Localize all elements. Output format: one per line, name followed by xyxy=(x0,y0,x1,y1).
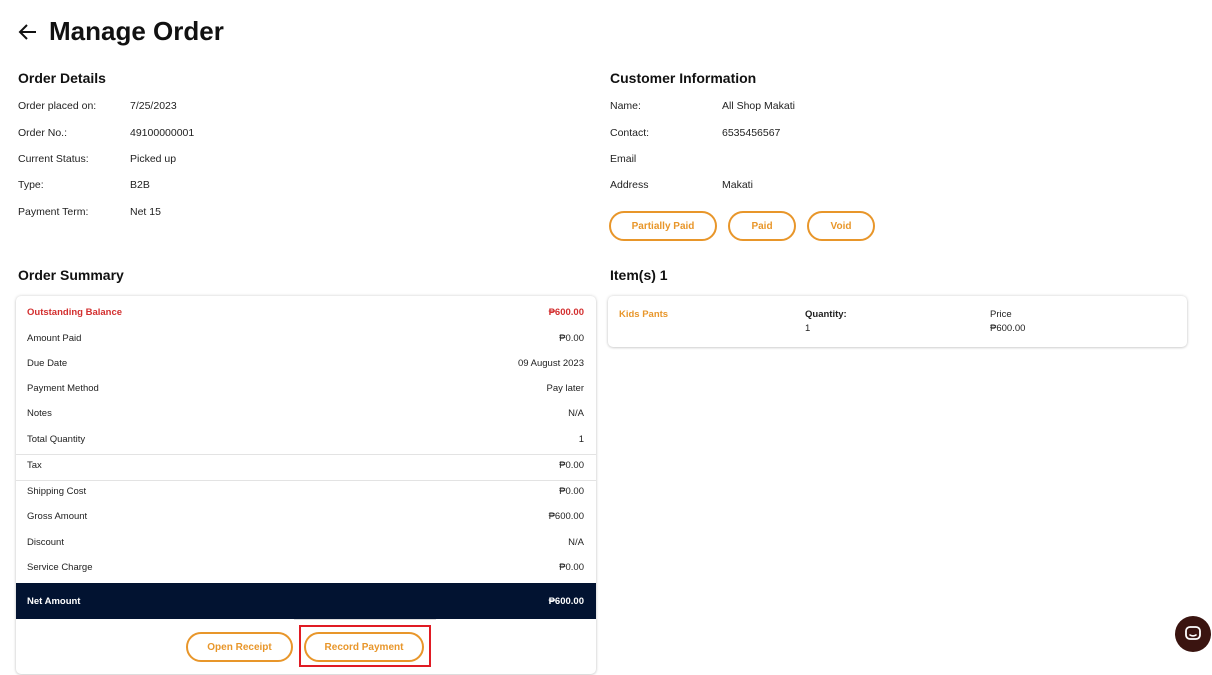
order-details-title: Order Details xyxy=(18,70,106,86)
summary-row-due-date: Due Date 09 August 2023 xyxy=(16,352,596,377)
item-quantity-value: 1 xyxy=(805,323,811,334)
summary-row-label: Due Date xyxy=(27,358,68,369)
items-title: Item(s) 1 xyxy=(610,267,668,283)
type-label: Type: xyxy=(18,179,44,191)
summary-row-value: N/A xyxy=(568,537,584,548)
customer-name-value: All Shop Makati xyxy=(722,100,795,112)
order-summary-title: Order Summary xyxy=(18,267,124,283)
order-no-value: 49100000001 xyxy=(130,127,195,139)
summary-row-value: ₱0.00 xyxy=(559,333,584,344)
customer-address-value: Makati xyxy=(722,179,753,191)
summary-row-value: 09 August 2023 xyxy=(517,358,584,369)
summary-row-value: Pay later xyxy=(546,383,585,394)
order-summary-card: Outstanding Balance ₱600.00 Amount Paid … xyxy=(16,296,596,674)
summary-row-label: Notes xyxy=(27,408,52,419)
item-price-label: Price xyxy=(990,309,1012,320)
type-value: B2B xyxy=(130,179,150,191)
order-no-label: Order No.: xyxy=(18,127,68,139)
summary-row-payment-method: Payment Method Pay later xyxy=(16,377,596,402)
summary-row-discount: Discount N/A xyxy=(16,531,596,556)
customer-address-label: Address xyxy=(610,179,649,191)
back-button[interactable] xyxy=(16,20,40,44)
customer-name-label: Name: xyxy=(610,100,641,112)
item-quantity-label: Quantity: xyxy=(805,309,847,320)
summary-row-label: Gross Amount xyxy=(27,511,88,522)
order-placed-label: Order placed on: xyxy=(18,100,97,112)
summary-row-value: ₱600.00 xyxy=(548,511,584,522)
net-amount-label: Net Amount xyxy=(27,596,81,607)
partially-paid-button[interactable]: Partially Paid xyxy=(609,211,717,241)
summary-row-amount-paid: Amount Paid ₱0.00 xyxy=(16,327,596,352)
summary-row-value: N/A xyxy=(568,408,584,419)
chat-bubble-icon xyxy=(1185,626,1201,640)
summary-row-value: ₱600.00 xyxy=(548,307,584,318)
paid-button[interactable]: Paid xyxy=(728,211,796,241)
record-payment-highlight xyxy=(299,625,431,667)
summary-row-label: Shipping Cost xyxy=(27,486,87,497)
summary-row-shipping-cost: Shipping Cost ₱0.00 xyxy=(16,480,596,505)
summary-row-label: Outstanding Balance xyxy=(27,307,123,318)
receipt-divider xyxy=(294,619,436,620)
order-placed-value: 7/25/2023 xyxy=(130,100,177,112)
summary-row-value: ₱0.00 xyxy=(559,562,584,573)
summary-row-value: 1 xyxy=(578,434,584,445)
summary-row-label: Discount xyxy=(27,537,64,548)
customer-contact-label: Contact: xyxy=(610,127,650,139)
customer-email-label: Email xyxy=(610,153,637,165)
customer-contact-value: 6535456567 xyxy=(722,127,781,139)
summary-row-value: ₱0.00 xyxy=(559,486,584,497)
summary-row-total-quantity: Total Quantity 1 xyxy=(16,428,596,453)
current-status-label: Current Status: xyxy=(18,153,89,165)
page-title: Manage Order xyxy=(49,16,224,46)
current-status-value: Picked up xyxy=(130,153,177,165)
chat-widget-button[interactable] xyxy=(1175,616,1211,652)
payment-term-value: Net 15 xyxy=(130,206,161,218)
summary-row-service-charge: Service Charge ₱0.00 xyxy=(16,556,596,581)
item-price-value: ₱600.00 xyxy=(990,323,1026,334)
summary-row-label: Payment Method xyxy=(27,383,99,394)
void-button[interactable]: Void xyxy=(807,211,875,241)
arrow-left-icon xyxy=(18,24,36,40)
payment-term-label: Payment Term: xyxy=(18,206,89,218)
summary-row-label: Amount Paid xyxy=(27,333,82,344)
net-amount-value: ₱600.00 xyxy=(548,596,584,607)
summary-row-outstanding-balance: Outstanding Balance ₱600.00 xyxy=(16,301,596,326)
summary-row-value: ₱0.00 xyxy=(559,460,584,471)
open-receipt-button[interactable]: Open Receipt xyxy=(186,632,293,662)
summary-row-gross-amount: Gross Amount ₱600.00 xyxy=(16,505,596,530)
customer-info-title: Customer Information xyxy=(610,70,757,86)
net-amount-bar: Net Amount ₱600.00 xyxy=(16,583,596,619)
summary-row-notes: Notes N/A xyxy=(16,402,596,427)
summary-row-tax: Tax ₱0.00 xyxy=(16,454,596,479)
item-card[interactable]: Kids Pants Quantity: 1 Price ₱600.00 xyxy=(608,296,1187,347)
summary-row-label: Total Quantity xyxy=(27,434,86,445)
summary-row-label: Service Charge xyxy=(27,562,93,573)
item-name: Kids Pants xyxy=(619,309,669,320)
summary-row-label: Tax xyxy=(27,460,42,471)
